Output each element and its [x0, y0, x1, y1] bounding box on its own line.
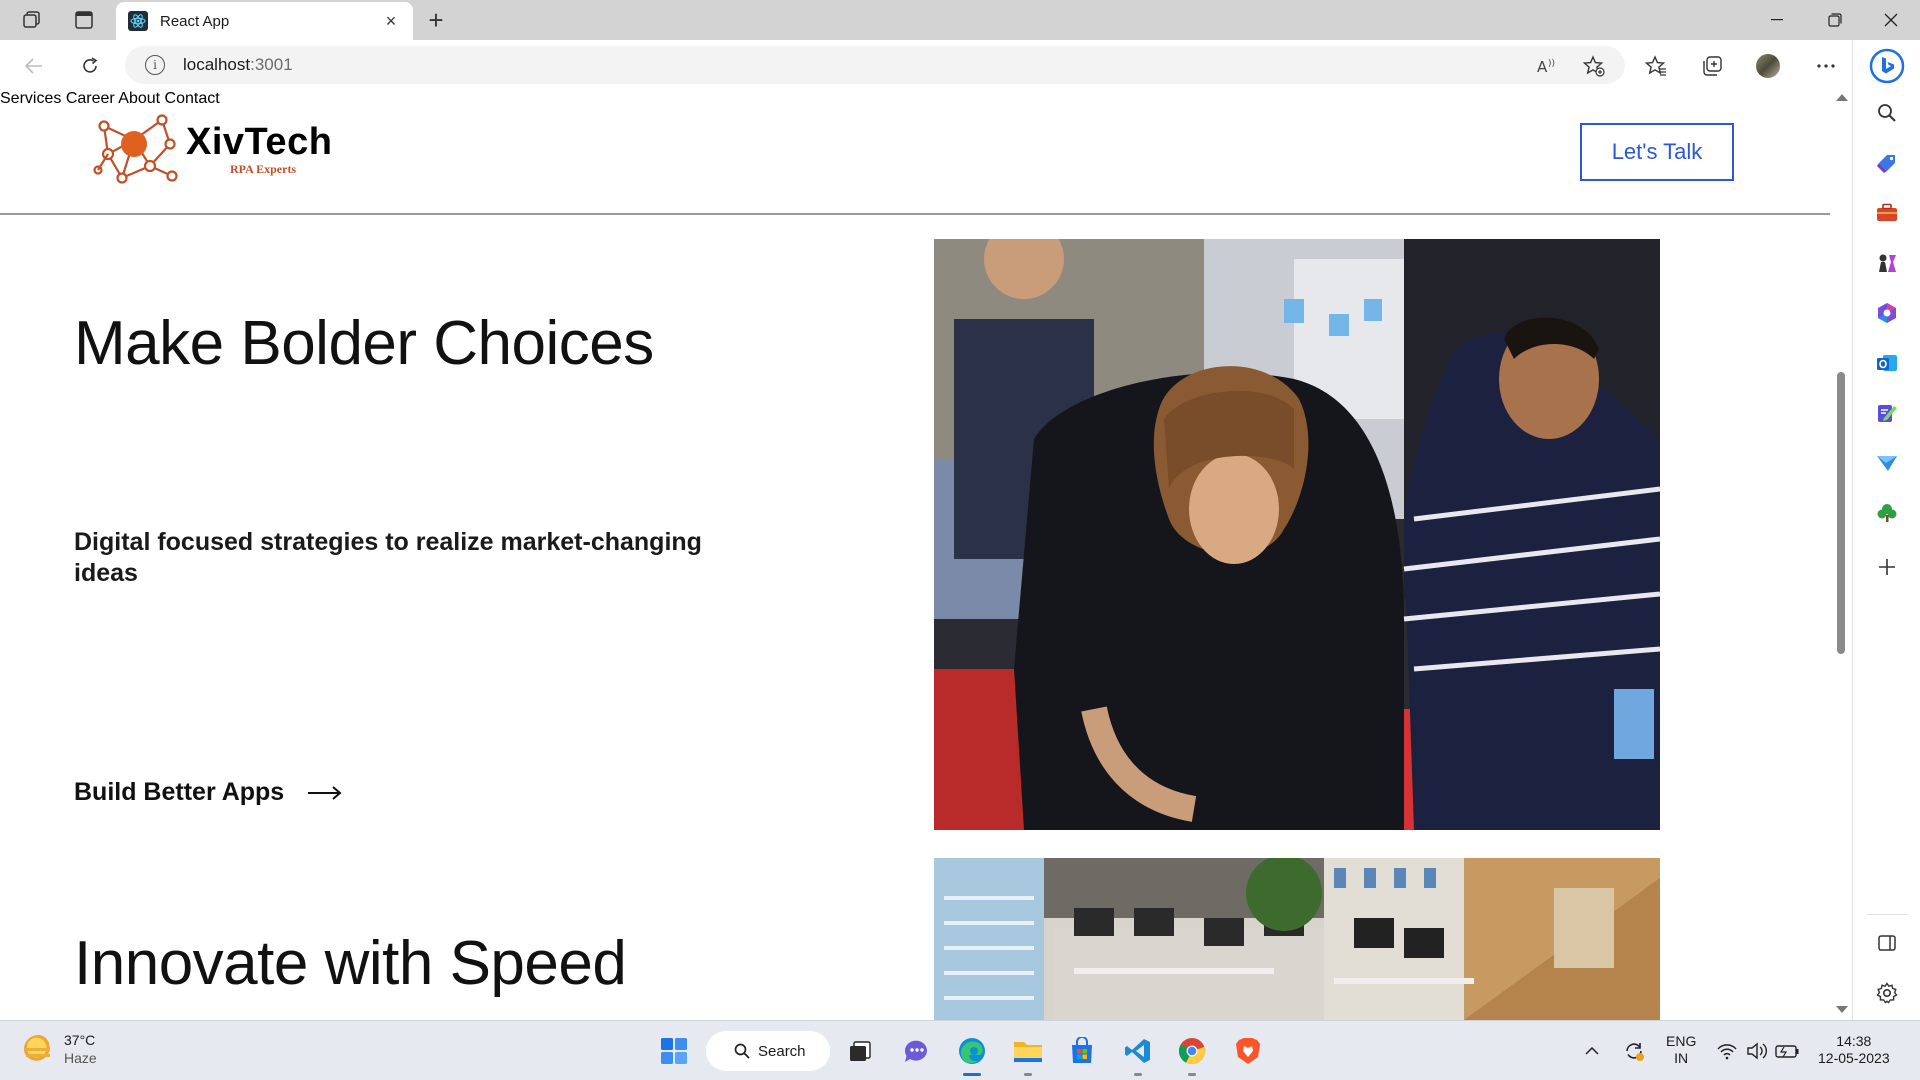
brave-icon[interactable]: [1228, 1031, 1268, 1071]
weather-widget[interactable]: 37°C Haze: [24, 1031, 97, 1067]
page-viewport: XivTech RPA Experts Services Career Abou…: [0, 90, 1830, 1020]
url-port: :3001: [250, 55, 293, 74]
tab-title: React App: [160, 12, 230, 30]
refresh-icon[interactable]: [74, 50, 106, 82]
haze-weather-icon: [24, 1035, 52, 1063]
bing-chat-icon[interactable]: [1867, 46, 1907, 86]
volume-icon: [1747, 1042, 1767, 1060]
vertical-tabs-icon[interactable]: [70, 6, 98, 34]
teams-chat-icon[interactable]: [896, 1031, 936, 1071]
arrow-right-icon: [308, 785, 342, 800]
vscode-running-indicator: [1134, 1073, 1142, 1076]
section2-heading: Innovate with Speed: [74, 929, 627, 998]
tree-icon[interactable]: [1870, 496, 1904, 530]
vscode-icon[interactable]: [1118, 1031, 1158, 1071]
nav-about-link[interactable]: About: [118, 90, 160, 107]
react-favicon-icon: [128, 11, 148, 31]
add-favorite-icon[interactable]: [1578, 50, 1610, 82]
drop-icon[interactable]: [1870, 396, 1904, 430]
build-better-apps-link[interactable]: Build Better Apps: [74, 778, 342, 807]
collections-icon[interactable]: [1696, 50, 1728, 82]
sidebar-divider: [1867, 914, 1907, 915]
games-icon[interactable]: [1870, 246, 1904, 280]
nav-contact-link[interactable]: Contact: [165, 90, 220, 107]
taskbar-search[interactable]: Search: [706, 1031, 830, 1071]
file-explorer-icon[interactable]: [1008, 1031, 1048, 1071]
network-logo-icon: [93, 114, 178, 184]
back-icon[interactable]: [18, 50, 50, 82]
build-better-apps-label: Build Better Apps: [74, 778, 285, 806]
profile-avatar[interactable]: [1752, 50, 1784, 82]
tab-react-app[interactable]: React App ×: [116, 2, 413, 40]
brand-name: XivTech: [186, 121, 333, 163]
weather-desc: Haze: [64, 1050, 97, 1066]
show-hidden-icons-icon[interactable]: [1572, 1031, 1612, 1071]
send-icon[interactable]: [1870, 446, 1904, 480]
edge-active-indicator: [963, 1073, 981, 1076]
url-host: localhost: [183, 55, 251, 74]
nav-services-link[interactable]: Services: [0, 90, 61, 107]
taskbar-search-label: Search: [758, 1042, 806, 1060]
address-bar-row: i localhost:3001 A)): [0, 40, 1852, 90]
new-tab-icon[interactable]: +: [422, 5, 450, 35]
clock[interactable]: 14:38 12-05-2023: [1818, 1033, 1890, 1067]
hide-sidebar-icon[interactable]: [1870, 926, 1904, 960]
microsoft-store-icon[interactable]: [1062, 1031, 1102, 1071]
svg-text:)): )): [1548, 59, 1555, 69]
edge-browser-icon[interactable]: [952, 1031, 992, 1071]
input-language[interactable]: ENG IN: [1666, 1033, 1696, 1067]
svg-text:A: A: [1537, 58, 1548, 75]
task-view-icon[interactable]: [840, 1031, 880, 1071]
shopping-tag-icon[interactable]: [1870, 146, 1904, 180]
site-info-icon[interactable]: i: [145, 55, 165, 75]
minimize-icon[interactable]: [1748, 0, 1806, 40]
explorer-running-indicator: [1024, 1073, 1032, 1076]
search-icon[interactable]: [1870, 96, 1904, 130]
url-bar[interactable]: i localhost:3001: [125, 46, 1625, 84]
wifi-icon: [1717, 1044, 1737, 1060]
more-menu-icon[interactable]: [1810, 50, 1842, 82]
language-code: ENG: [1666, 1033, 1697, 1049]
restore-icon[interactable]: [1806, 0, 1864, 40]
favorites-icon[interactable]: [1640, 50, 1672, 82]
start-button-icon[interactable]: [654, 1031, 694, 1071]
office-photo: [934, 858, 1660, 1020]
scrollbar-thumb[interactable]: [1837, 372, 1845, 654]
region-code: IN: [1674, 1050, 1689, 1066]
clock-time: 14:38: [1836, 1033, 1872, 1049]
chrome-icon[interactable]: [1172, 1031, 1212, 1071]
scroll-down-icon[interactable]: [1836, 1006, 1848, 1013]
profile-avatar-image: [1756, 54, 1780, 78]
workspaces-icon[interactable]: [18, 6, 46, 34]
brand-text: XivTech RPA Experts: [186, 123, 332, 177]
outlook-icon[interactable]: [1870, 346, 1904, 380]
hero-subheading: Digital focused strategies to realize ma…: [74, 528, 702, 587]
nav-career-link[interactable]: Career: [66, 90, 115, 107]
quick-settings[interactable]: [1716, 1031, 1802, 1071]
brand-tagline: RPA Experts: [230, 162, 297, 176]
site-header: XivTech RPA Experts Services Career Abou…: [0, 90, 1830, 215]
sidebar-settings-icon[interactable]: [1870, 976, 1904, 1010]
close-tab-icon[interactable]: ×: [381, 11, 401, 31]
brand-logo[interactable]: XivTech RPA Experts: [92, 110, 352, 190]
read-aloud-icon[interactable]: A)): [1532, 50, 1564, 82]
windows-taskbar: 37°C Haze Search ENG IN 14:38 12-05-2023: [0, 1020, 1920, 1080]
hero-team-photo: [934, 239, 1660, 830]
edge-sidebar: [1852, 40, 1920, 1020]
taskbar-search-icon: [734, 1043, 750, 1059]
lets-talk-button[interactable]: Let's Talk: [1580, 123, 1734, 181]
browser-tab-strip: React App × +: [0, 0, 1920, 40]
battery-icon: [1775, 1045, 1799, 1058]
weather-temp: 37°C: [64, 1032, 96, 1048]
add-sidebar-app-icon[interactable]: [1870, 550, 1904, 584]
microsoft-365-icon[interactable]: [1870, 296, 1904, 330]
sync-icon[interactable]: [1614, 1031, 1654, 1071]
scroll-up-icon[interactable]: [1836, 94, 1848, 101]
tools-briefcase-icon[interactable]: [1870, 196, 1904, 230]
page-scrollbar[interactable]: [1832, 90, 1852, 1020]
clock-date: 12-05-2023: [1818, 1050, 1890, 1066]
close-window-icon[interactable]: [1862, 0, 1920, 40]
hero-heading: Make Bolder Choices: [74, 309, 654, 378]
chrome-running-indicator: [1188, 1073, 1196, 1076]
